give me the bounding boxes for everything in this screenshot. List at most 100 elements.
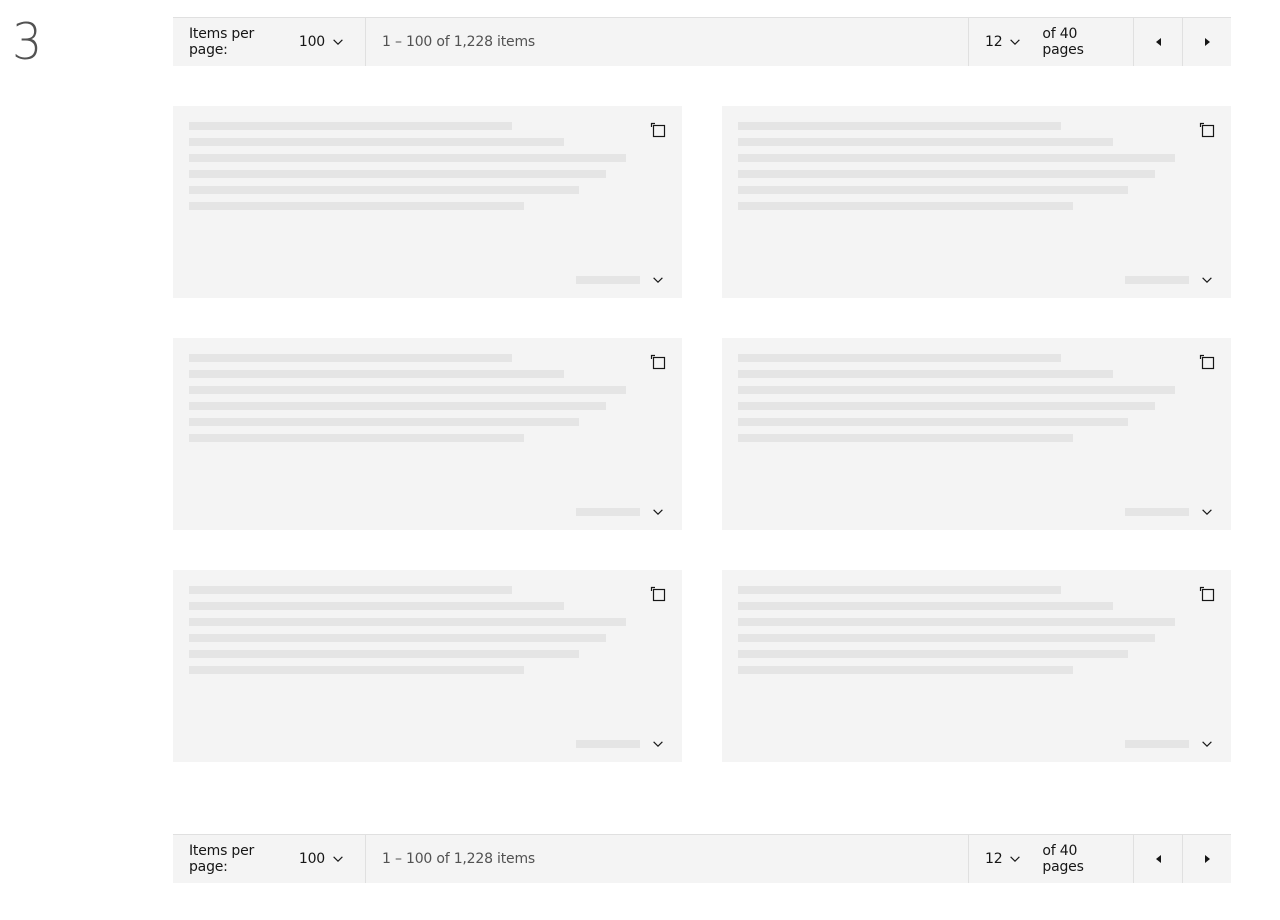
skeleton-line (738, 618, 1175, 626)
copy-icon (1199, 586, 1215, 602)
skeleton-button (576, 276, 640, 284)
chevron-down-icon (333, 39, 343, 45)
skeleton-line (189, 650, 579, 658)
skeleton-line (189, 370, 564, 378)
chevron-down-icon (1202, 741, 1212, 747)
next-page-button[interactable] (1182, 18, 1231, 66)
skeleton-line (189, 154, 626, 162)
skeleton-line (189, 170, 606, 178)
caret-left-icon (1155, 855, 1161, 863)
skeleton-line (738, 354, 1061, 362)
chevron-down-icon (1010, 39, 1021, 45)
skeleton-line (738, 370, 1113, 378)
previous-page-button[interactable] (1133, 835, 1182, 883)
skeleton-line (189, 402, 606, 410)
card-footer (576, 504, 666, 520)
card-grid (173, 106, 1231, 762)
step-number: 3 (12, 13, 43, 71)
code-snippet-card (173, 338, 682, 530)
skeleton-button (576, 740, 640, 748)
items-per-page-label: Items per page: (189, 843, 255, 875)
next-page-button[interactable] (1182, 835, 1231, 883)
skeleton-line (189, 202, 524, 210)
skeleton-line (189, 586, 512, 594)
chevron-down-icon (653, 277, 663, 283)
expand-button[interactable] (650, 504, 666, 520)
copy-icon (1199, 354, 1215, 370)
skeleton-line (189, 602, 564, 610)
skeleton-line (738, 586, 1061, 594)
items-per-page-select[interactable]: 100 (299, 34, 345, 50)
expand-button[interactable] (1199, 504, 1215, 520)
skeleton-line (189, 634, 606, 642)
expand-button[interactable] (1199, 272, 1215, 288)
total-pages-text: of 40 pages (1042, 843, 1084, 875)
items-per-page-value: 100 (298, 34, 325, 50)
caret-right-icon (1204, 855, 1210, 863)
skeleton-line (738, 666, 1073, 674)
skeleton-line (189, 418, 579, 426)
card-footer (1125, 736, 1215, 752)
skeleton-line (738, 650, 1128, 658)
items-per-page-value: 100 (298, 851, 325, 867)
skeleton-line (738, 418, 1128, 426)
skeleton-line (738, 202, 1073, 210)
chevron-down-icon (1202, 277, 1212, 283)
page-select-section: 12 of 40 pages (968, 18, 1133, 66)
skeleton-button (1125, 276, 1189, 284)
total-pages-text: of 40 pages (1042, 26, 1084, 58)
skeleton-line (189, 122, 512, 130)
expand-button[interactable] (650, 736, 666, 752)
copy-button[interactable] (650, 354, 666, 370)
previous-page-button[interactable] (1133, 18, 1182, 66)
item-range-text: 1 – 100 of 1,228 items (382, 34, 535, 50)
code-snippet-card (722, 338, 1231, 530)
copy-button[interactable] (650, 586, 666, 602)
skeleton-line (738, 634, 1155, 642)
skeleton-line (738, 154, 1175, 162)
code-snippet-card (722, 106, 1231, 298)
skeleton-line (738, 402, 1155, 410)
caret-right-icon (1204, 38, 1210, 46)
page-select-section: 12 of 40 pages (968, 835, 1133, 883)
copy-icon (650, 354, 666, 370)
skeleton-button (576, 508, 640, 516)
current-page-value: 12 (985, 851, 1003, 867)
card-footer (1125, 272, 1215, 288)
skeleton-line (738, 602, 1113, 610)
card-footer (1125, 504, 1215, 520)
card-footer (576, 736, 666, 752)
skeleton-line (189, 386, 626, 394)
items-per-page-section: Items per page: 100 (173, 18, 366, 66)
skeleton-line (738, 138, 1113, 146)
skeleton-button (1125, 508, 1189, 516)
skeleton-line (189, 434, 524, 442)
copy-icon (650, 122, 666, 138)
skeleton-line (189, 186, 579, 194)
skeleton-line (738, 122, 1061, 130)
page-select[interactable]: 12 (985, 34, 1022, 50)
skeleton-button (1125, 740, 1189, 748)
copy-button[interactable] (1199, 586, 1215, 602)
items-per-page-select[interactable]: 100 (299, 851, 345, 867)
skeleton-line (189, 666, 524, 674)
skeleton-line (189, 138, 564, 146)
item-range-text: 1 – 100 of 1,228 items (382, 851, 535, 867)
expand-button[interactable] (1199, 736, 1215, 752)
page-select[interactable]: 12 (985, 851, 1022, 867)
expand-button[interactable] (650, 272, 666, 288)
skeleton-line (189, 354, 512, 362)
items-per-page-section: Items per page: 100 (173, 835, 366, 883)
skeleton-line (738, 434, 1073, 442)
caret-left-icon (1155, 38, 1161, 46)
code-snippet-card (173, 106, 682, 298)
skeleton-line (738, 170, 1155, 178)
chevron-down-icon (1010, 856, 1021, 862)
copy-button[interactable] (650, 122, 666, 138)
copy-button[interactable] (1199, 122, 1215, 138)
code-snippet-card (722, 570, 1231, 762)
chevron-down-icon (653, 741, 663, 747)
copy-icon (1199, 122, 1215, 138)
copy-button[interactable] (1199, 354, 1215, 370)
skeleton-line (189, 618, 626, 626)
